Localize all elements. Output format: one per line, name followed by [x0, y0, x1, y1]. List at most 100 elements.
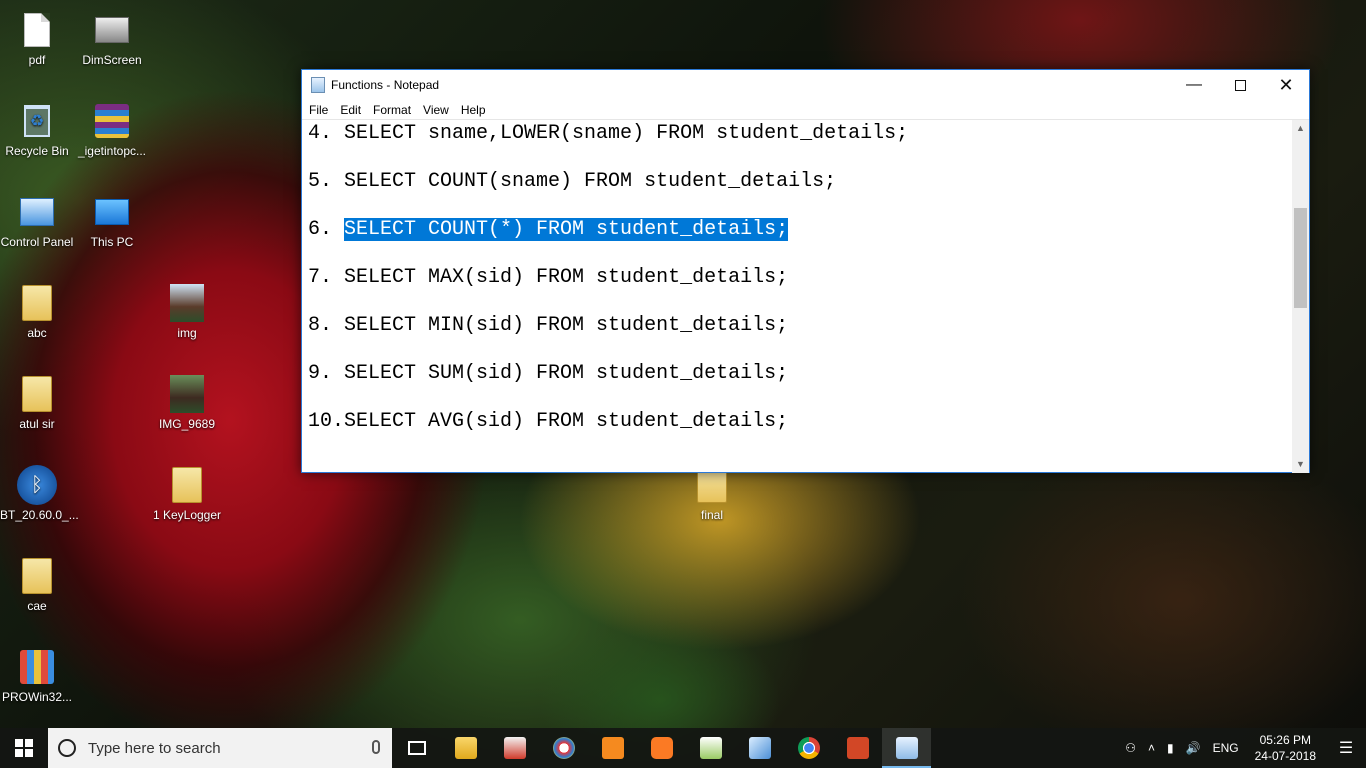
control-panel-icon [17, 192, 57, 232]
bluetooth-icon: ᛒ [17, 465, 57, 505]
volume-icon[interactable]: 🔊 [1180, 741, 1207, 755]
line-text: SELECT sname,LOWER(sname) FROM student_d… [344, 122, 909, 145]
line-text: SELECT MIN(sid) FROM student_details; [344, 314, 789, 337]
taskbar-paint[interactable] [539, 728, 588, 768]
line-text: SELECT AVG(sid) FROM student_details; [344, 410, 789, 433]
line-number: 4. [308, 122, 345, 145]
text-line: 4. SELECT sname,LOWER(sname) FROM studen… [308, 122, 1292, 170]
desktop-icon-cae[interactable]: cae [0, 556, 74, 614]
scroll-down-icon[interactable]: ▼ [1292, 456, 1309, 473]
clock[interactable]: 05:26 PM 24-07-2018 [1245, 732, 1326, 764]
taskbar-media-app[interactable] [490, 728, 539, 768]
powerpoint-icon [846, 737, 869, 759]
start-button[interactable] [0, 728, 48, 768]
box-app-icon [748, 737, 771, 759]
search-placeholder: Type here to search [88, 739, 221, 757]
file-explorer-icon [454, 737, 477, 759]
maximize-button[interactable] [1217, 70, 1263, 100]
desktop-icon-prowin[interactable]: PROWin32... [0, 647, 74, 705]
desktop-icon-label: img [177, 326, 197, 340]
desktop-icon-label: _igetintopc... [77, 144, 147, 158]
text-line: 10.SELECT AVG(sid) FROM student_details; [308, 410, 1292, 458]
taskbar-sublime-text[interactable] [588, 728, 637, 768]
taskbar-notepad[interactable] [882, 728, 931, 768]
menu-help[interactable]: Help [455, 103, 492, 117]
folder-icon [17, 283, 57, 323]
notepad-window: Functions - Notepad — ✕ File Edit Format… [301, 69, 1310, 473]
clock-time: 05:26 PM [1259, 733, 1311, 747]
search-box[interactable]: Type here to search [48, 728, 392, 768]
minimize-icon: — [1186, 76, 1202, 93]
action-center-button[interactable]: ☰ [1326, 728, 1366, 768]
taskbar-powerpoint[interactable] [833, 728, 882, 768]
line-number: 9. [308, 362, 345, 385]
desktop-icon-atul-sir[interactable]: atul sir [0, 374, 74, 432]
text-line: 8. SELECT MIN(sid) FROM student_details; [308, 314, 1292, 362]
desktop-icon-label: BT_20.60.0_... [0, 508, 79, 522]
taskbar: Type here to search ⚇ ˄ ▮ 🔊 ENG 05:26 PM… [0, 728, 1366, 768]
selected-text: SELECT COUNT(*) FROM student_details; [344, 218, 789, 241]
desktop-icon-abc[interactable]: abc [0, 283, 74, 341]
folder-icon [17, 374, 57, 414]
desktop-icon-this-pc[interactable]: This PC [75, 192, 149, 250]
desktop-icon-igetintopc[interactable]: _igetintopc... [75, 101, 149, 159]
line-text: SELECT MAX(sid) FROM student_details; [344, 266, 789, 289]
close-button[interactable]: ✕ [1263, 70, 1309, 100]
task-view-button[interactable] [392, 728, 441, 768]
desktop-icon-label: pdf [28, 53, 46, 67]
windows-logo-icon [15, 739, 33, 757]
desktop-icon-bt[interactable]: ᛒ BT_20.60.0_... [0, 465, 79, 523]
text-editor[interactable]: 4. SELECT sname,LOWER(sname) FROM studen… [302, 120, 1292, 473]
desktop-icon-control-panel[interactable]: Control Panel [0, 192, 74, 250]
battery-icon[interactable]: ▮ [1161, 741, 1180, 755]
system-tray: ⚇ ˄ ▮ 🔊 ENG 05:26 PM 24-07-2018 ☰ [1119, 728, 1366, 768]
menu-file[interactable]: File [303, 103, 334, 117]
file-icon [17, 10, 57, 50]
desktop-icon-label: Recycle Bin [5, 144, 69, 158]
task-view-icon [407, 741, 426, 755]
scrollbar-thumb[interactable] [1294, 208, 1307, 308]
desktop-icon-label: final [700, 508, 723, 522]
taskbar-xampp[interactable] [637, 728, 686, 768]
close-icon: ✕ [1278, 74, 1294, 95]
minimize-button[interactable]: — [1171, 70, 1217, 100]
menu-view[interactable]: View [417, 103, 455, 117]
show-hidden-icons-chevron-icon[interactable]: ˄ [1142, 741, 1161, 755]
language-indicator[interactable]: ENG [1207, 741, 1245, 755]
desktop-icon-dimscreen[interactable]: DimScreen [75, 10, 149, 68]
taskbar-chart-app[interactable] [686, 728, 735, 768]
menu-format[interactable]: Format [367, 103, 417, 117]
photo-icon [167, 374, 207, 414]
window-title: Functions - Notepad [331, 78, 440, 92]
desktop-icon-img[interactable]: img [150, 283, 224, 341]
chrome-icon [797, 737, 820, 759]
desktop-icon-final[interactable]: final [675, 465, 749, 523]
taskbar-file-explorer[interactable] [441, 728, 490, 768]
people-icon[interactable]: ⚇ [1119, 741, 1142, 755]
desktop-icon-pdf[interactable]: pdf [0, 10, 74, 68]
line-number: 5. [308, 170, 345, 193]
desktop-icon-label: cae [27, 599, 47, 613]
microphone-icon[interactable] [372, 740, 380, 754]
maximize-icon [1234, 79, 1246, 91]
line-text: SELECT SUM(sid) FROM student_details; [344, 362, 789, 385]
action-center-icon: ☰ [1338, 740, 1354, 757]
desktop-icon-label: DimScreen [82, 53, 142, 67]
recycle-bin-icon: ♻ [17, 101, 57, 141]
line-number: 8. [308, 314, 345, 337]
vertical-scrollbar[interactable]: ▲ ▼ [1292, 120, 1309, 473]
menu-edit[interactable]: Edit [334, 103, 367, 117]
taskbar-chrome[interactable] [784, 728, 833, 768]
title-bar[interactable]: Functions - Notepad — ✕ [302, 70, 1309, 100]
clock-date: 24-07-2018 [1254, 749, 1316, 763]
desktop-icon-label: PROWin32... [1, 690, 73, 704]
scroll-up-icon[interactable]: ▲ [1292, 120, 1309, 137]
line-number: 6. [308, 218, 345, 241]
photo-icon [167, 283, 207, 323]
taskbar-box-app[interactable] [735, 728, 784, 768]
notepad-icon [895, 737, 918, 759]
desktop-icon-img-9689[interactable]: IMG_9689 [150, 374, 224, 432]
desktop-icon-recycle-bin[interactable]: ♻ Recycle Bin [0, 101, 74, 159]
line-number: 7. [308, 266, 345, 289]
desktop-icon-keylogger[interactable]: 1 KeyLogger [150, 465, 224, 523]
